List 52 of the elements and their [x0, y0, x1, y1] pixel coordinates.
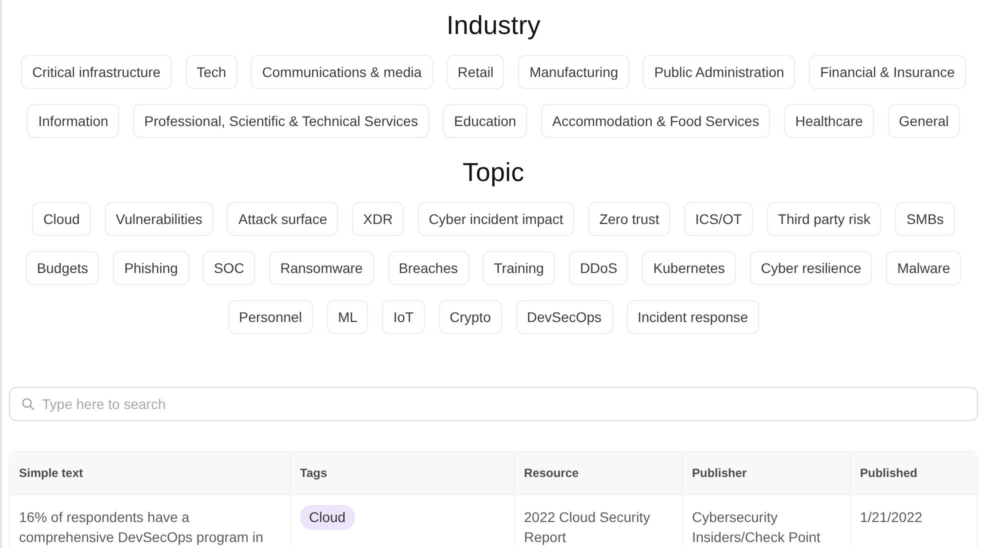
filter-chip[interactable]: Manufacturing	[518, 55, 630, 89]
table-cell: Cybersecurity Insiders/Check Point	[682, 494, 850, 547]
filter-chip[interactable]: Breaches	[388, 251, 469, 285]
filter-chip[interactable]: Professional, Scientific & Technical Services	[133, 104, 429, 138]
filter-chip[interactable]: Personnel	[228, 300, 313, 334]
filter-chip[interactable]: Financial & Insurance	[809, 55, 966, 89]
filter-chip[interactable]: Incident response	[626, 300, 760, 334]
column-header: Simple text	[10, 452, 290, 494]
column-header: Resource	[514, 452, 682, 494]
table-cell: 16% of respondents have a comprehensive DevSecOps program in	[10, 494, 290, 547]
filter-chip[interactable]: Cyber resilience	[750, 251, 872, 285]
filter-chip[interactable]: Education	[442, 104, 528, 138]
filter-chip[interactable]: General	[888, 104, 960, 138]
tag-chip: Cloud	[300, 505, 355, 530]
search-field[interactable]: Type here to search	[9, 387, 978, 421]
column-header: Publisher	[682, 452, 850, 494]
filter-chip[interactable]: SOC	[202, 251, 256, 285]
filter-chip[interactable]: Healthcare	[784, 104, 874, 138]
filter-chip[interactable]: Critical infrastructure	[21, 55, 172, 89]
filter-chip[interactable]: Budgets	[26, 251, 100, 285]
filter-chip[interactable]: ICS/OT	[684, 202, 753, 236]
filter-chip[interactable]: ML	[326, 300, 368, 334]
section-title: Industry	[446, 9, 541, 41]
filter-chip[interactable]: Crypto	[438, 300, 502, 334]
filter-chip[interactable]: Third party risk	[766, 202, 882, 236]
filter-chip[interactable]: Tech	[186, 55, 238, 89]
filter-chip[interactable]: Vulnerabilities	[104, 202, 214, 236]
filter-chip[interactable]: Malware	[886, 251, 962, 285]
filter-chip[interactable]: Ransomware	[269, 251, 374, 285]
filter-chip[interactable]: IoT	[382, 300, 425, 334]
filter-chip[interactable]: Phishing	[113, 251, 189, 285]
filter-chip[interactable]: SMBs	[895, 202, 955, 236]
filter-chip[interactable]: Retail	[446, 55, 504, 89]
table-cell: 1/21/2022	[850, 494, 977, 547]
filter-chip[interactable]: Public Administration	[643, 55, 796, 89]
column-header: Published	[850, 452, 977, 494]
filter-chip[interactable]: Zero trust	[588, 202, 670, 236]
filter-chip[interactable]: Kubernetes	[642, 251, 736, 285]
section-title: Topic	[462, 156, 524, 188]
filter-chip[interactable]: Cyber incident impact	[418, 202, 574, 236]
filter-chip[interactable]: DevSecOps	[516, 300, 613, 334]
search-icon	[22, 398, 34, 410]
filter-chip[interactable]: Information	[27, 104, 120, 138]
filter-chip[interactable]: XDR	[352, 202, 404, 236]
filter-chip[interactable]: Attack surface	[227, 202, 338, 236]
filter-chip[interactable]: Communications & media	[251, 55, 433, 89]
table-cell: 2022 Cloud Security Report	[514, 494, 682, 547]
filter-chip[interactable]: Accommodation & Food Services	[541, 104, 770, 138]
filter-chip[interactable]: Training	[482, 251, 555, 285]
filter-chip[interactable]: Cloud	[32, 202, 91, 236]
column-header: Tags	[290, 452, 514, 494]
filter-chip[interactable]: DDoS	[568, 251, 628, 285]
